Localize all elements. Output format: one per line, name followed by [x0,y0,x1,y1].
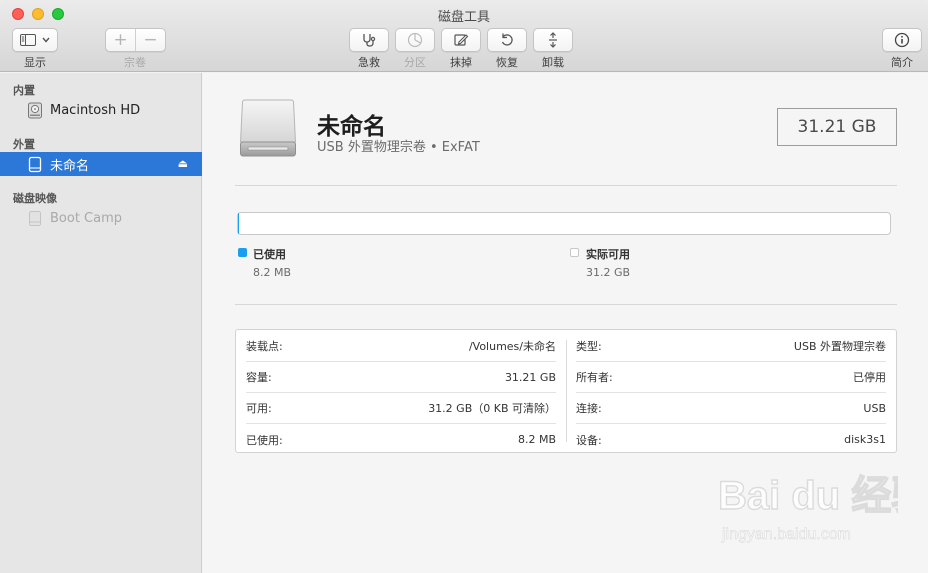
available-legend-swatch [570,248,579,257]
sidebar-item-label: 未命名 [50,158,90,174]
plus-icon: + [113,30,128,50]
info-key: 所有者: [576,371,613,384]
info-value: USB 外置物理宗卷 [793,340,886,353]
erase-icon [453,32,469,48]
sidebar-section-disk-images: 磁盘映像 [13,192,57,205]
available-legend-label: 实际可用 [586,248,630,261]
volume-capacity-value: 31.21 GB [797,117,877,137]
info-row-type: 类型: USB 外置物理宗卷 [576,331,886,362]
info-button[interactable] [882,28,922,52]
partition-pie-icon [407,32,423,48]
minus-icon: − [143,30,158,50]
sidebar-item-macintosh-hd[interactable]: Macintosh HD [0,98,202,122]
info-value: 31.2 GB（0 KB 可清除） [428,402,556,415]
internal-drive-icon [26,102,43,119]
disk-image-icon [26,210,43,227]
volume-drive-icon [239,98,297,164]
sidebar: 内置 Macintosh HD 外置 未命名 ⏏ 磁盘映像 Boot Camp [0,73,202,573]
unmount-icon [545,32,561,48]
usage-bar [237,212,891,235]
volume-subtitle: USB 外置物理宗卷 • ExFAT [317,140,480,155]
sidebar-item-boot-camp[interactable]: Boot Camp [0,206,202,230]
used-legend-label: 已使用 [253,248,286,261]
info-column-left: 装载点: /Volumes/未命名 容量: 31.21 GB 可用: 31.2 … [236,330,566,452]
info-key: 设备: [576,433,602,447]
info-key: 可用: [246,402,272,415]
info-row-connection: 连接: USB [576,393,886,424]
info-value: 31.21 GB [504,370,556,384]
info-icon [894,32,910,48]
toolbar: 磁盘工具 显示 + − 宗卷 急救 分区 抹掉 恢复 卸载 简介 [0,0,928,72]
volume-segmented-control: + − [105,28,166,52]
sidebar-section-external: 外置 [13,138,35,151]
divider [235,185,897,186]
disk-utility-window: 磁盘工具 显示 + − 宗卷 急救 分区 抹掉 恢复 卸载 简介 内置 Maci… [0,0,928,573]
info-row-owners: 所有者: 已停用 [576,362,886,393]
info-row-used: 已使用: 8.2 MB [246,424,556,455]
sidebar-item-label: Macintosh HD [50,102,141,118]
used-legend-value: 8.2 MB [253,266,292,279]
partition-button[interactable] [395,28,435,52]
view-label: 显示 [24,56,46,69]
info-row-available: 可用: 31.2 GB（0 KB 可清除） [246,393,556,424]
info-value: /Volumes/未命名 [468,340,556,353]
available-legend-value: 31.2 GB [586,266,631,279]
remove-volume-button[interactable]: − [136,30,165,50]
info-value: USB [863,401,886,415]
restore-button[interactable] [487,28,527,52]
info-label: 简介 [891,56,913,69]
volume-info-table: 装载点: /Volumes/未命名 容量: 31.21 GB 可用: 31.2 … [235,329,897,453]
add-volume-button[interactable]: + [106,30,135,50]
sidebar-item-label: Boot Camp [50,210,123,226]
volume-capacity-box: 31.21 GB [777,108,897,146]
info-key: 连接: [576,402,602,415]
info-value: 8.2 MB [517,433,556,446]
erase-button[interactable] [441,28,481,52]
used-legend-swatch [238,248,247,257]
info-row-capacity: 容量: 31.21 GB [246,362,556,393]
info-value: disk3s1 [844,433,886,446]
info-column-right: 类型: USB 外置物理宗卷 所有者: 已停用 连接: USB 设备: disk… [566,330,896,452]
watermark-brand: Bai du 经验 [718,474,898,518]
unmount-label: 卸载 [542,56,564,69]
sidebar-icon [20,34,36,46]
unmount-button[interactable] [533,28,573,52]
info-row-mount-point: 装载点: /Volumes/未命名 [246,331,556,362]
window-title: 磁盘工具 [437,10,490,25]
info-key: 已使用: [246,433,283,447]
eject-icon[interactable]: ⏏ [178,157,188,170]
view-button[interactable] [12,28,58,52]
info-value: 已停用 [853,371,886,384]
sidebar-section-internal: 内置 [13,84,35,97]
baidu-jingyan-watermark: Bai du 经验 jingyan.baidu.com [717,469,928,553]
info-key: 类型: [576,340,602,353]
first-aid-button[interactable] [349,28,389,52]
info-row-device: 设备: disk3s1 [576,424,886,455]
info-key: 容量: [246,371,272,384]
restore-arrow-icon [499,32,515,48]
divider [235,304,897,305]
sidebar-item-untitled[interactable]: 未命名 ⏏ [0,152,202,176]
external-drive-icon [26,156,43,173]
stethoscope-icon [361,32,377,48]
info-key: 装载点: [246,340,283,353]
watermark-url: jingyan.baidu.com [721,526,851,543]
volume-label: 宗卷 [124,56,146,69]
chevron-down-icon [42,37,50,43]
